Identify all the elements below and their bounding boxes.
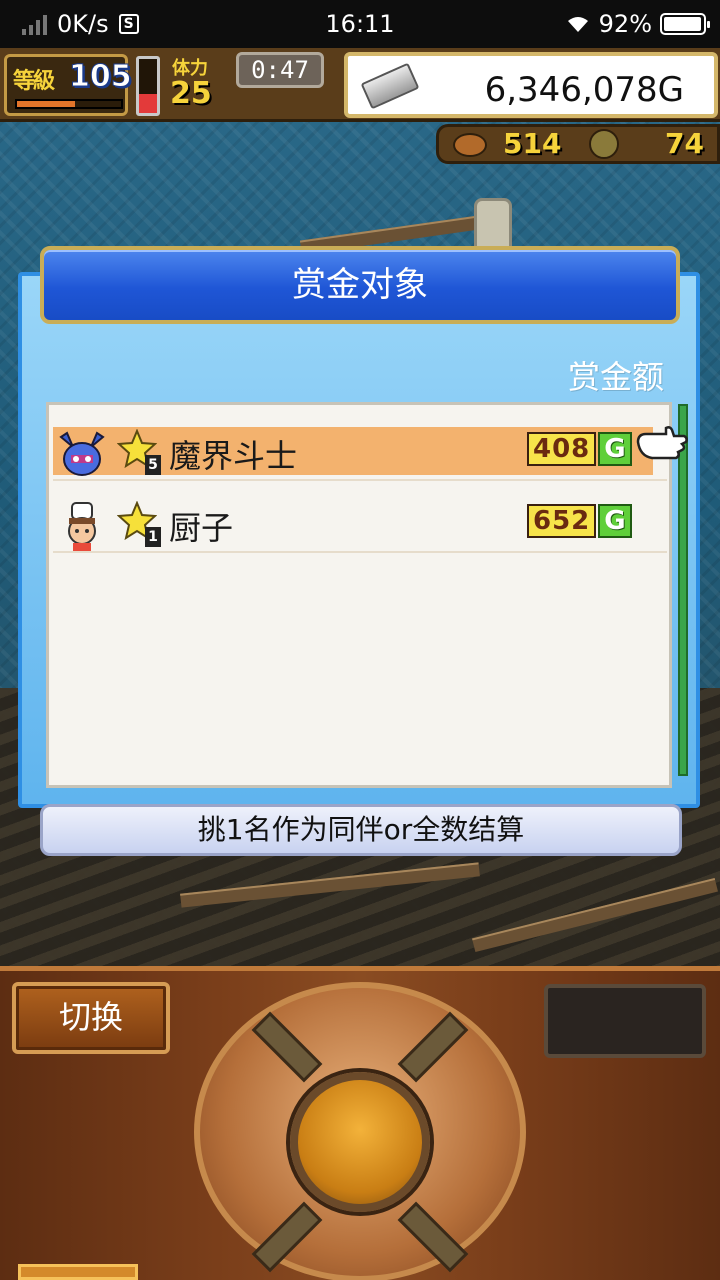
- coin-icon: [589, 129, 619, 159]
- bounty-currency: G: [598, 432, 632, 466]
- rank-badge: 1: [145, 527, 161, 547]
- bounty-value: 652: [527, 504, 597, 538]
- level-value: 105: [69, 59, 133, 95]
- money-value: 6,346,078G: [484, 70, 684, 110]
- hud-bar: 等級 105 体力 25 0:47 6,346,078G: [0, 48, 720, 122]
- bounty-currency: G: [598, 504, 632, 538]
- xp-bar: [15, 99, 123, 109]
- pointing-hand-icon: [636, 426, 688, 460]
- silver-bar-icon: [360, 62, 420, 110]
- battery-percent: 92%: [598, 10, 652, 38]
- action-button[interactable]: [290, 1072, 430, 1212]
- level-panel: 等級 105: [4, 54, 132, 116]
- list-item[interactable]: 1 厨子 652 G: [53, 491, 667, 553]
- settle-button[interactable]: 挑1名作为同伴or全数结算: [40, 804, 682, 856]
- bounty-amount: 652 G: [527, 503, 632, 539]
- list-item[interactable]: 5 魔界斗士 408 G: [53, 419, 667, 481]
- bounty-amount: 408 G: [527, 431, 632, 467]
- timer: 0:47: [236, 52, 324, 88]
- switch-button[interactable]: 切换: [12, 982, 170, 1054]
- demon-warrior-icon: [59, 431, 105, 476]
- wifi-icon: [567, 17, 588, 32]
- resource-bar: 514 74: [436, 124, 720, 164]
- stamina-gauge: [136, 56, 160, 116]
- bounty-value: 408: [527, 432, 597, 466]
- resource-food: 514: [503, 127, 562, 160]
- battery-icon: [660, 13, 710, 35]
- money-panel: 6,346,078G: [344, 52, 718, 118]
- level-label: 等級: [13, 69, 55, 94]
- status-bar: 0K/s S 16:11 92%: [0, 0, 720, 48]
- bounty-column-label: 赏金额: [567, 358, 664, 396]
- stamina-value: 25: [170, 76, 212, 111]
- bounty-list: 5 魔界斗士 408 G 1 厨子 652 G: [46, 402, 672, 788]
- chef-icon: [68, 502, 96, 551]
- row-name: 厨子: [169, 509, 234, 547]
- item-slot[interactable]: [544, 984, 706, 1058]
- food-icon: [453, 133, 487, 157]
- menu-tab[interactable]: [18, 1264, 138, 1280]
- row-name: 魔界斗士: [169, 437, 298, 475]
- rank-badge: 5: [145, 455, 161, 475]
- dialog-title: 赏金对象: [40, 246, 680, 324]
- resource-coin: 74: [665, 127, 704, 160]
